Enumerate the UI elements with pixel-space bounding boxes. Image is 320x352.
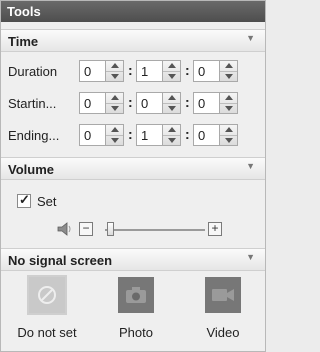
spin-down-icon[interactable]	[106, 104, 123, 114]
ending-hours-field[interactable]: 0	[79, 124, 105, 146]
starting-seconds-spinner[interactable]: 0	[193, 92, 238, 114]
spin-down-icon[interactable]	[220, 136, 237, 146]
volume-set-row: ✓ Set	[1, 191, 265, 217]
starting-label: Startin...	[8, 96, 57, 111]
camera-icon	[126, 287, 146, 303]
duration-hours-spinner[interactable]: 0	[79, 60, 124, 82]
starting-seconds-field[interactable]: 0	[193, 92, 219, 114]
starting-hours-field[interactable]: 0	[79, 92, 105, 114]
starting-hours-spinner[interactable]: 0	[79, 92, 124, 114]
chevron-down-icon[interactable]: ▼	[246, 161, 255, 171]
set-volume-label: Set	[37, 194, 57, 209]
time-separator: :	[185, 62, 190, 78]
ending-label: Ending...	[8, 128, 60, 143]
spin-up-icon[interactable]	[106, 93, 123, 104]
panel-title: Tools	[1, 1, 265, 22]
option-label: Video	[206, 325, 240, 340]
spin-up-icon[interactable]	[220, 93, 237, 104]
spin-up-icon[interactable]	[220, 125, 237, 136]
time-separator: :	[128, 62, 133, 78]
spin-down-icon[interactable]	[163, 136, 180, 146]
spin-up-icon[interactable]	[163, 61, 180, 72]
chevron-down-icon[interactable]: ▼	[246, 252, 255, 262]
no-signal-section-header[interactable]: No signal screen ▼	[1, 248, 265, 271]
starting-minutes-field[interactable]: 0	[136, 92, 162, 114]
spin-down-icon[interactable]	[220, 104, 237, 114]
spin-down-icon[interactable]	[163, 72, 180, 82]
spin-down-icon[interactable]	[163, 104, 180, 114]
ending-minutes-field[interactable]: 1	[136, 124, 162, 146]
set-volume-checkbox[interactable]: ✓	[17, 192, 31, 208]
time-section-title: Time	[8, 34, 39, 49]
volume-slider-track[interactable]	[105, 229, 205, 231]
starting-row: Startin... 0 : 0 : 0	[1, 91, 265, 117]
duration-hours-field[interactable]: 0	[79, 60, 105, 82]
spin-down-icon[interactable]	[220, 72, 237, 82]
spin-down-icon[interactable]	[106, 72, 123, 82]
volume-slider-thumb[interactable]	[107, 222, 114, 236]
duration-seconds-field[interactable]: 0	[193, 60, 219, 82]
no-entry-icon	[38, 286, 56, 304]
time-separator: :	[128, 94, 133, 110]
duration-minutes-field[interactable]: 1	[136, 60, 162, 82]
time-section-header[interactable]: Time ▼	[1, 29, 265, 52]
ending-row: Ending... 0 : 1 : 0	[1, 123, 265, 149]
duration-seconds-spinner[interactable]: 0	[193, 60, 238, 82]
spin-down-icon[interactable]	[106, 136, 123, 146]
option-label: Do not set	[17, 325, 77, 340]
speaker-icon	[57, 222, 71, 236]
spin-up-icon[interactable]	[106, 125, 123, 136]
option-label: Photo	[119, 325, 153, 340]
no-signal-option-photo[interactable]: Photo	[111, 277, 161, 340]
starting-minutes-spinner[interactable]: 0	[136, 92, 181, 114]
ending-minutes-spinner[interactable]: 1	[136, 124, 181, 146]
duration-minutes-spinner[interactable]: 1	[136, 60, 181, 82]
no-signal-option-do-not-set[interactable]: Do not set	[15, 275, 79, 340]
tools-panel: Tools Time ▼ Duration 0 : 1 : 0 Startin.…	[0, 0, 266, 352]
volume-plus-button[interactable]: +	[208, 222, 222, 236]
ending-hours-spinner[interactable]: 0	[79, 124, 124, 146]
no-signal-option-video[interactable]: Video	[198, 277, 248, 340]
volume-section-title: Volume	[8, 162, 54, 177]
ending-seconds-field[interactable]: 0	[193, 124, 219, 146]
volume-minus-button[interactable]: −	[79, 222, 93, 236]
ending-seconds-spinner[interactable]: 0	[193, 124, 238, 146]
time-separator: :	[128, 126, 133, 142]
chevron-down-icon[interactable]: ▼	[246, 33, 255, 43]
time-separator: :	[185, 94, 190, 110]
volume-slider-row: − +	[1, 219, 265, 241]
no-signal-section-title: No signal screen	[8, 253, 113, 268]
spin-up-icon[interactable]	[106, 61, 123, 72]
spin-up-icon[interactable]	[220, 61, 237, 72]
spin-up-icon[interactable]	[163, 125, 180, 136]
volume-section-header[interactable]: Volume ▼	[1, 157, 265, 180]
spin-up-icon[interactable]	[163, 93, 180, 104]
duration-row: Duration 0 : 1 : 0	[1, 59, 265, 85]
checkmark-icon: ✓	[19, 192, 30, 207]
duration-label: Duration	[8, 64, 58, 79]
video-camera-icon	[212, 289, 234, 301]
time-separator: :	[185, 126, 190, 142]
